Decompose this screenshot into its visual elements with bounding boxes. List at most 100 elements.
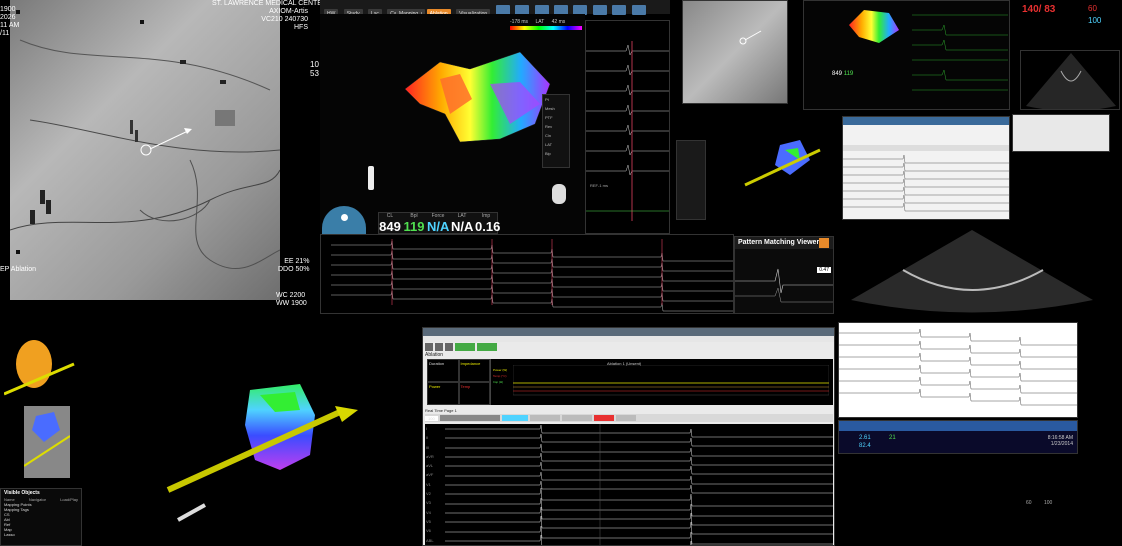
camera-compass[interactable]	[322, 206, 366, 234]
channel-tag[interactable]	[561, 415, 592, 421]
lat-max: 42 ms	[551, 19, 566, 25]
camera-icon[interactable]	[612, 5, 627, 15]
hr-value: 60	[1088, 4, 1097, 13]
realtime-label: Real Time Page 1	[425, 408, 457, 413]
lead-label: aVR	[426, 453, 434, 459]
ablation-params-grid: Duration Impedance Power Temp	[427, 359, 491, 405]
ablation-toolbar	[425, 343, 497, 351]
map-option[interactable]: Bip	[545, 149, 569, 158]
carto-ecg-column: REF-1 ms	[585, 20, 670, 234]
large-catheter-3d-view[interactable]	[150, 370, 370, 540]
info-line: /11	[0, 30, 10, 37]
side-numbers: 10 53	[310, 60, 319, 78]
ablation-graph	[513, 365, 829, 396]
small-carto-panel: Visible Objects Name Navigator Load/Play…	[0, 320, 82, 546]
map-option[interactable]: Rev	[545, 122, 569, 131]
recording-system-view-2	[838, 322, 1078, 418]
corner-value: 100	[1044, 500, 1053, 506]
vitals-date: 1/23/2014	[1050, 441, 1073, 447]
frame-label: HFS	[294, 24, 308, 31]
map-option[interactable]: LAT	[545, 140, 569, 149]
spo2-value: 100	[1088, 16, 1102, 25]
lead-label: aVL	[426, 463, 434, 469]
lead-labels: I II III aVR aVL aVF V1 V2 V3 V4 V5 V6 A…	[426, 424, 434, 545]
vitals-bar-header	[839, 421, 1077, 431]
vital-readout: 21	[889, 435, 896, 441]
param-cell: Impedance	[458, 359, 490, 382]
lead-label: I	[426, 426, 428, 431]
corner-value: 60	[1026, 500, 1032, 506]
lead-label: V4	[426, 509, 431, 515]
system-name: AXIOM-Artis	[269, 8, 308, 15]
save-icon[interactable]	[425, 343, 433, 351]
start-button[interactable]	[455, 343, 475, 351]
tools-strip	[439, 415, 500, 421]
ablation-menubar	[423, 336, 834, 342]
side-number: 10	[310, 60, 319, 69]
graph-labels: Power (W) Temp (°C) Imp (Ω)	[493, 367, 507, 385]
map-option[interactable]: Cln	[545, 131, 569, 140]
ablation-window: Ablation Duration Impedance Power Temp A…	[422, 327, 835, 546]
info-line: 2026	[0, 14, 16, 21]
map-option[interactable]: Pt	[545, 95, 569, 104]
speed-select[interactable]: 100	[425, 415, 438, 421]
visible-objects-list: Mapping Points Mapping Tags CS Abl Ref M…	[1, 502, 81, 537]
catheter-3d-view	[740, 130, 830, 200]
realtime-ecg: I II III aVR aVL aVF V1 V2 V3 V4 V5 V6 A…	[425, 424, 833, 545]
imp-value: 0.16	[475, 219, 501, 234]
ecg-strip-traces	[331, 239, 733, 312]
realtime-toolbar: 100	[425, 414, 833, 422]
pattern-trace	[735, 268, 833, 303]
recording-mini-view	[1012, 114, 1110, 152]
bp-value: 140/ 83	[1022, 4, 1056, 15]
open-icon[interactable]	[445, 343, 453, 351]
lat-colorbar	[510, 26, 582, 30]
ablation-stats-bar: CL 849 Bpl 119 Force N/A LAT N/A Imp 0.16	[378, 212, 501, 234]
heart-map-3d	[404, 51, 551, 143]
map-options-panel: Pt Mesh PTF Rev Cln LAT Bip	[542, 94, 570, 168]
lat-value: N/A	[451, 219, 474, 234]
ablation-titlebar	[423, 328, 834, 336]
small-heart-map	[4, 340, 75, 396]
fluoro-wires	[10, 10, 280, 270]
carto-3d-map[interactable]: -178 ms LAT 42 ms Pt Mesh PTF Rev Cln LA…	[320, 14, 585, 234]
lead-label: V6	[426, 528, 431, 534]
close-icon[interactable]	[819, 238, 829, 248]
print-icon[interactable]	[435, 343, 443, 351]
channel-tag[interactable]	[615, 415, 636, 421]
torso-orientation-icon	[552, 184, 566, 204]
baseline-button[interactable]	[477, 343, 497, 351]
small-fluoro-view	[682, 0, 788, 104]
visible-objects-title: Visible Objects	[4, 490, 40, 496]
echo-view-large	[843, 230, 1101, 316]
export-icon[interactable]	[631, 5, 646, 15]
recording-titlebar	[843, 117, 1009, 125]
lead-label: V2	[426, 491, 431, 497]
vitals-datetime: 8:16:58 AM 1/23/2014	[1048, 435, 1073, 447]
ref-label: REF-1 ms	[590, 183, 608, 188]
list-item[interactable]: Lasso	[4, 532, 78, 537]
pattern-matching-viewer: Pattern Matching Viewer 0.47	[734, 236, 834, 314]
recording-traces	[843, 154, 1009, 212]
ablation-section-title: Ablation	[425, 352, 444, 358]
lead-label: aVF	[426, 472, 434, 478]
map-option[interactable]: Mesh	[545, 104, 569, 113]
channel-tag[interactable]	[529, 415, 560, 421]
secondary-heart-map	[849, 10, 899, 43]
map-option[interactable]: PTF	[545, 113, 569, 122]
echo-view-small	[1020, 50, 1120, 110]
channel-tag[interactable]	[501, 415, 528, 421]
param-cell: Duration	[427, 359, 459, 382]
lead-label: II	[426, 435, 429, 441]
vital-readout: 2.61	[859, 435, 871, 441]
cl-value: 849	[379, 219, 401, 234]
mini-fluoro-view	[24, 406, 70, 478]
carto-toolbar: HW Study Lsc Cath Map Mapping Ablation V…	[320, 0, 670, 19]
settings-icon[interactable]	[592, 5, 607, 15]
alarm-tag[interactable]	[593, 415, 614, 421]
param-cell: Power	[427, 382, 459, 405]
window-center: WC 2200	[276, 292, 306, 299]
side-number: 53	[310, 69, 319, 78]
secondary-cl: 849	[832, 71, 843, 77]
realtime-traces	[445, 424, 833, 545]
